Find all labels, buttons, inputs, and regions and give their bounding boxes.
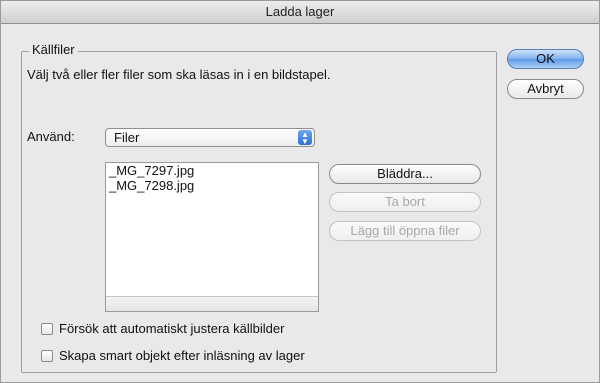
file-list-scrollbar[interactable] [106,296,318,311]
file-list-item[interactable]: _MG_7297.jpg [106,163,318,178]
add-open-files-button[interactable]: Lägg till öppna filer [329,221,481,241]
file-list[interactable]: _MG_7297.jpg _MG_7298.jpg [105,162,319,312]
dialog-title: Ladda lager [1,1,599,24]
auto-align-label[interactable]: Försök att automatiskt justera källbilde… [59,321,284,336]
browse-button[interactable]: Bläddra... [329,164,481,184]
cancel-button[interactable]: Avbryt [507,79,584,99]
dialog-window: Ladda lager Källfiler Välj två eller fle… [0,0,600,383]
use-label: Använd: [27,129,75,144]
smart-object-label[interactable]: Skapa smart objekt efter inläsning av la… [59,348,305,363]
select-arrows-icon: ▲ ▼ [298,130,312,146]
use-select-value: Filer [114,130,140,145]
source-files-legend: Källfiler [29,42,78,57]
ok-button[interactable]: OK [507,49,584,69]
use-select[interactable]: Filer ▲ ▼ [105,128,315,147]
remove-button[interactable]: Ta bort [329,192,481,212]
smart-object-checkbox[interactable] [41,350,53,362]
source-files-description: Välj två eller fler filer som ska läsas … [27,67,331,82]
file-list-item[interactable]: _MG_7298.jpg [106,178,318,193]
auto-align-checkbox[interactable] [41,323,53,335]
